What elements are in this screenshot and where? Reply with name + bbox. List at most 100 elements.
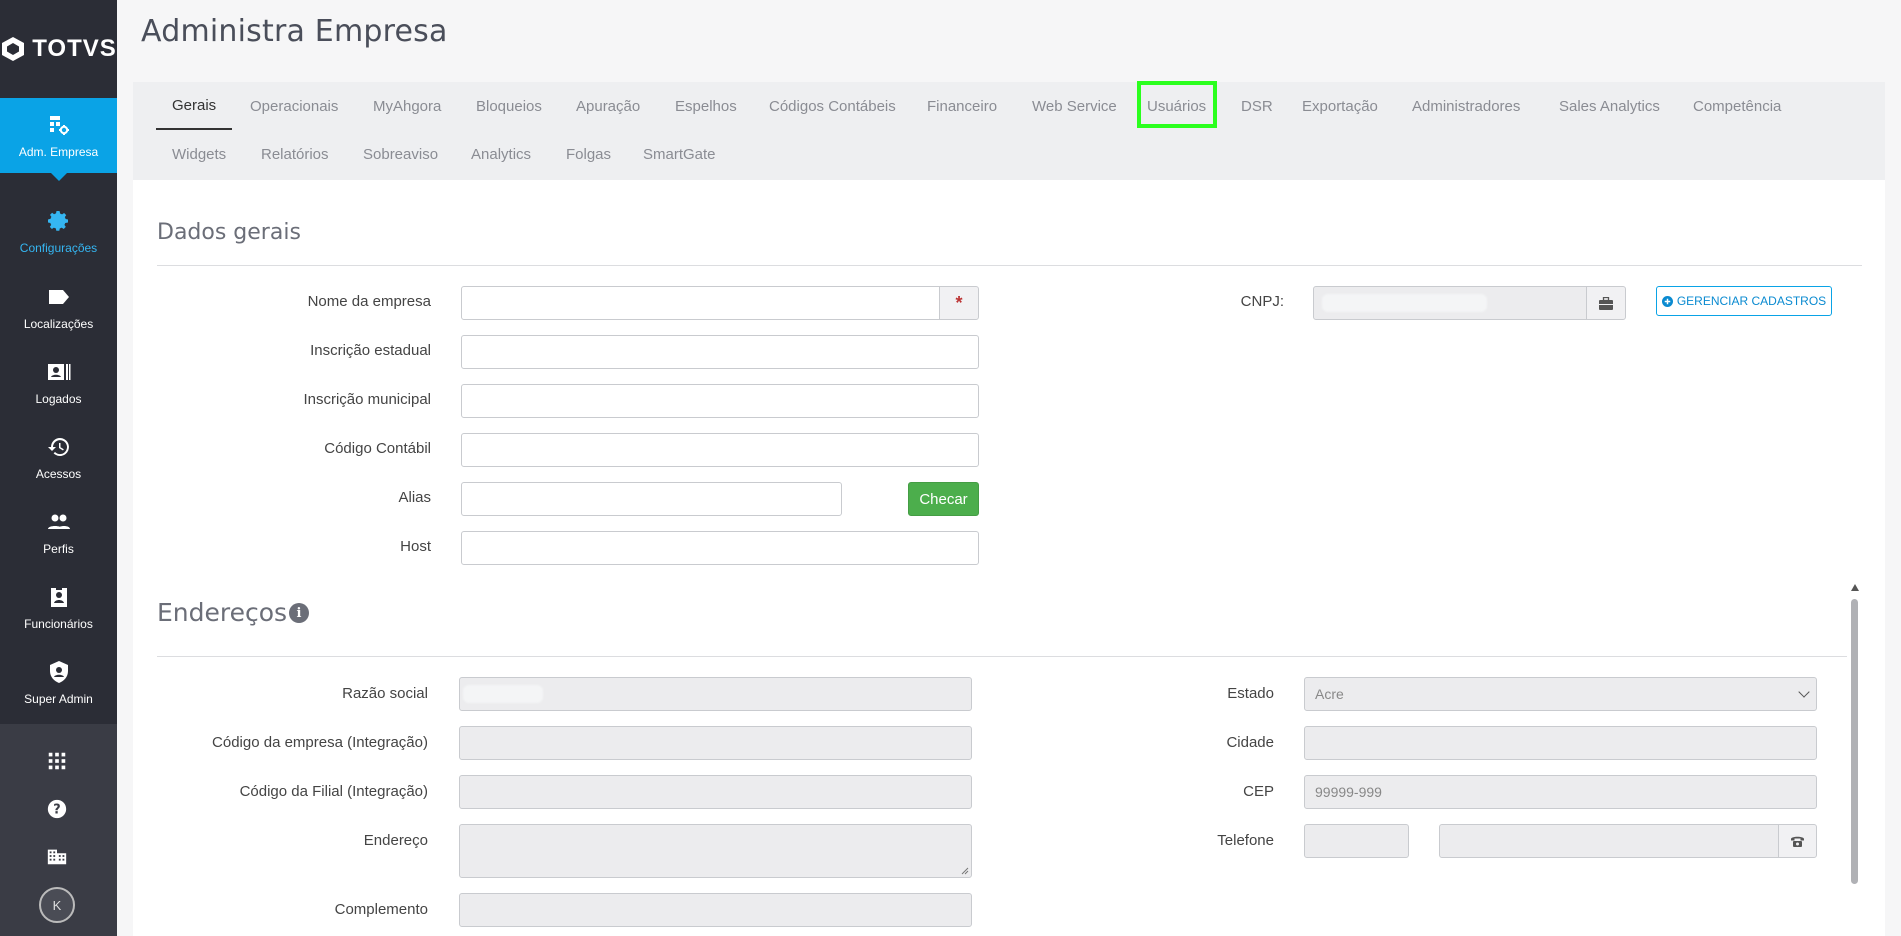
section-title-dados-gerais: Dados gerais — [157, 220, 301, 245]
phone-icon — [1778, 824, 1817, 858]
label-codigo-filial: Código da Filial (Integração) — [239, 783, 428, 800]
sidebar-item-label: Logados — [35, 391, 82, 406]
sidebar-item-adm-empresa[interactable]: Adm. Empresa — [0, 98, 117, 181]
tab-espelhos[interactable]: Espelhos — [675, 82, 737, 130]
gear-icon — [47, 210, 68, 231]
estado-select[interactable]: Acre — [1304, 677, 1817, 711]
scrollbar[interactable] — [1851, 584, 1859, 884]
resize-handle-icon — [961, 867, 969, 875]
label-estado: Estado — [1227, 685, 1274, 702]
tab-operacionais[interactable]: Operacionais — [250, 82, 338, 130]
scroll-up-arrow[interactable] — [1851, 584, 1859, 591]
sidebar-item-label: Localizações — [23, 316, 94, 331]
inscricao-municipal-input[interactable] — [461, 384, 979, 418]
sidebar-item-funcionarios[interactable]: Funcionários — [0, 570, 117, 645]
checar-button[interactable]: Checar — [908, 482, 979, 516]
label-endereco: Endereço — [363, 832, 428, 849]
tab-financeiro[interactable]: Financeiro — [927, 82, 997, 130]
brand-name: TOTVS — [32, 35, 117, 62]
users-icon — [47, 514, 70, 529]
info-icon[interactable]: i — [289, 603, 309, 623]
inscricao-estadual-input[interactable] — [461, 335, 979, 369]
tab-relatorios[interactable]: Relatórios — [261, 130, 329, 178]
usuarios-tab-highlight — [1137, 81, 1217, 128]
totvs-logo-icon — [2, 37, 25, 61]
label-cep: CEP — [1243, 783, 1274, 800]
cep-input[interactable]: 99999-999 — [1304, 775, 1817, 809]
telefone-input[interactable] — [1439, 824, 1779, 858]
sidebar-item-label: Acessos — [35, 466, 82, 481]
tab-smartgate[interactable]: SmartGate — [643, 130, 716, 178]
page-title: Administra Empresa — [141, 14, 448, 49]
codigo-filial-input[interactable] — [459, 775, 972, 809]
tab-apuracao[interactable]: Apuração — [576, 82, 640, 130]
shield-user-icon — [49, 660, 68, 683]
telefone-ddd-input[interactable] — [1304, 824, 1409, 858]
totvs-logo[interactable]: TOTVS — [0, 0, 117, 98]
sidebar-item-label: Adm. Empresa — [18, 144, 99, 159]
tab-sobreaviso[interactable]: Sobreaviso — [363, 130, 438, 178]
tab-gerais[interactable]: Gerais — [156, 82, 233, 130]
tab-dsr[interactable]: DSR — [1241, 82, 1273, 130]
briefcase-icon[interactable] — [1586, 286, 1626, 320]
gerenciar-cadastros-button[interactable]: GERENCIAR CADASTROS — [1656, 286, 1832, 316]
label-complemento: Complemento — [334, 901, 428, 918]
divider — [157, 656, 1847, 657]
sidebar-item-acessos[interactable]: Acessos — [0, 420, 117, 495]
building-settings-icon — [49, 115, 69, 135]
divider — [157, 265, 1862, 266]
sidebar-item-super-admin[interactable]: Super Admin — [0, 645, 117, 720]
tab-widgets[interactable]: Widgets — [172, 130, 226, 178]
sidebar: TOTVS Adm. Empresa Configurações Localiz… — [0, 0, 117, 936]
tab-folgas[interactable]: Folgas — [566, 130, 611, 178]
host-input[interactable] — [461, 531, 979, 565]
sidebar-item-label: Configurações — [19, 240, 98, 255]
tab-web-service[interactable]: Web Service — [1032, 82, 1117, 130]
label-host: Host — [400, 538, 431, 555]
label-alias: Alias — [398, 489, 431, 506]
tab-competencia[interactable]: Competência — [1693, 82, 1781, 130]
apps-grid-icon[interactable] — [44, 748, 70, 774]
tab-myahgora[interactable]: MyAhgora — [373, 82, 441, 130]
chevron-down-icon — [1798, 686, 1810, 698]
codigo-contabil-input[interactable] — [461, 433, 979, 467]
sidebar-item-label: Funcionários — [24, 616, 93, 631]
help-icon[interactable]: ? — [44, 796, 70, 822]
sidebar-item-logados[interactable]: Logados — [0, 345, 117, 420]
tab-exportacao[interactable]: Exportação — [1302, 82, 1378, 130]
nome-empresa-input[interactable] — [461, 286, 940, 320]
label-cidade: Cidade — [1226, 734, 1274, 751]
sidebar-item-configuracoes[interactable]: Configurações — [0, 194, 117, 269]
complemento-input[interactable] — [459, 893, 972, 927]
history-icon — [47, 437, 69, 456]
gerenciar-cadastros-label: GERENCIAR CADASTROS — [1676, 294, 1827, 308]
estado-selected-value: Acre — [1315, 686, 1344, 702]
avatar[interactable]: K — [39, 887, 75, 923]
scroll-thumb[interactable] — [1851, 599, 1858, 884]
tag-icon — [48, 289, 69, 304]
sidebar-item-perfis[interactable]: Perfis — [0, 495, 117, 570]
tab-administradores[interactable]: Administradores — [1412, 82, 1520, 130]
redacted-value — [1322, 294, 1487, 312]
codigo-empresa-input[interactable] — [459, 726, 972, 760]
label-inscricao-estadual: Inscrição estadual — [310, 342, 431, 359]
badge-icon — [50, 585, 67, 607]
id-card-icon — [47, 363, 70, 380]
label-inscricao-municipal: Inscrição municipal — [303, 391, 431, 408]
label-telefone: Telefone — [1217, 832, 1274, 849]
tab-bloqueios[interactable]: Bloqueios — [476, 82, 542, 130]
cep-placeholder: 99999-999 — [1315, 784, 1382, 800]
company-icon[interactable] — [44, 843, 70, 869]
sidebar-item-label: Super Admin — [24, 691, 93, 706]
label-nome-empresa: Nome da empresa — [307, 293, 431, 310]
endereco-textarea[interactable] — [459, 824, 972, 878]
alias-input[interactable] — [461, 482, 842, 516]
tab-codigos-contabeis[interactable]: Códigos Contábeis — [769, 82, 896, 130]
cidade-input[interactable] — [1304, 726, 1817, 760]
section-title-enderecos: Endereços — [157, 598, 288, 627]
tab-sales-analytics[interactable]: Sales Analytics — [1559, 82, 1660, 130]
required-icon: * — [939, 286, 979, 320]
label-razao-social: Razão social — [342, 685, 428, 702]
tab-analytics[interactable]: Analytics — [471, 130, 531, 178]
sidebar-item-localizacoes[interactable]: Localizações — [0, 270, 117, 345]
